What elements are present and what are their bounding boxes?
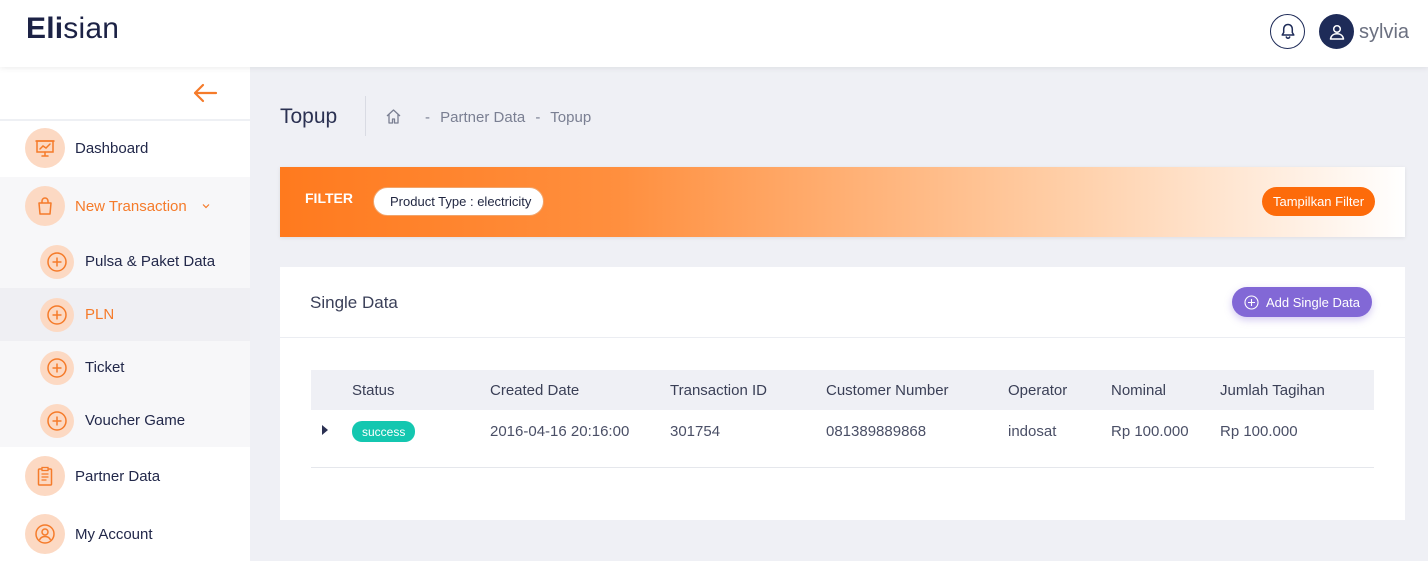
- sidebar-item-partner-data[interactable]: Partner Data: [0, 456, 250, 496]
- table-row[interactable]: success 2016-04-16 20:16:00 301754 08138…: [311, 410, 1374, 468]
- show-filter-button[interactable]: Tampilkan Filter: [1262, 187, 1376, 216]
- title-divider: [365, 96, 366, 136]
- cell-customer-number: 081389889868: [826, 423, 927, 440]
- table-header: Status Created Date Transaction ID Custo…: [311, 370, 1374, 410]
- sidebar-top: [0, 67, 250, 121]
- filter-chip[interactable]: Product Type : electricity: [373, 187, 545, 216]
- sidebar-subitem-ticket[interactable]: Ticket: [0, 341, 250, 394]
- plus-circle-icon: [40, 403, 74, 438]
- sidebar: Dashboard New Transaction Pulsa & Paket …: [0, 67, 250, 561]
- plus-circle-icon: [40, 297, 74, 332]
- logo[interactable]: Elisian: [26, 12, 119, 46]
- column-header-operator[interactable]: Operator: [1008, 382, 1067, 399]
- home-icon[interactable]: [385, 108, 402, 125]
- sidebar-subitem-pln[interactable]: PLN: [0, 288, 250, 341]
- sidebar-subitem-voucher-game[interactable]: Voucher Game: [0, 394, 250, 447]
- cell-transaction-id: 301754: [670, 423, 721, 440]
- add-single-data-button[interactable]: Add Single Data: [1232, 287, 1372, 317]
- bag-icon: [25, 186, 65, 226]
- bell-icon: [1280, 23, 1295, 39]
- notification-button[interactable]: [1270, 14, 1305, 49]
- cell-operator: indosat: [1008, 423, 1057, 440]
- breadcrumb-topup[interactable]: Topup: [550, 109, 591, 126]
- sidebar-item-my-account[interactable]: My Account: [0, 514, 250, 554]
- column-header-created-date[interactable]: Created Date: [490, 382, 579, 399]
- username[interactable]: sylvia: [1359, 21, 1409, 44]
- chevron-down-icon: [202, 204, 210, 209]
- sidebar-item-dashboard[interactable]: Dashboard: [0, 128, 250, 168]
- cell-nominal: Rp 100.000: [1111, 423, 1189, 440]
- card-title: Single Data: [310, 293, 398, 312]
- presentation-chart-icon: [25, 128, 65, 168]
- column-header-customer-number[interactable]: Customer Number: [826, 382, 949, 399]
- breadcrumb-partner-data[interactable]: Partner Data: [440, 109, 525, 126]
- avatar[interactable]: [1319, 14, 1354, 49]
- single-data-card: Single Data Add Single Data Status Creat…: [280, 267, 1405, 520]
- column-header-status[interactable]: Status: [352, 382, 395, 399]
- card-divider: [280, 337, 1405, 338]
- column-header-transaction-id[interactable]: Transaction ID: [670, 382, 767, 399]
- sidebar-subitem-pulsa[interactable]: Pulsa & Paket Data: [0, 235, 250, 288]
- user-circle-icon: [25, 514, 65, 554]
- column-header-nominal[interactable]: Nominal: [1111, 382, 1166, 399]
- filter-bar: FILTER Product Type : electricity Tampil…: [280, 167, 1405, 237]
- cell-created-date: 2016-04-16 20:16:00: [490, 423, 630, 440]
- status-badge: success: [352, 421, 416, 442]
- plus-circle-icon: [40, 244, 74, 279]
- column-header-jumlah-tagihan[interactable]: Jumlah Tagihan: [1220, 382, 1325, 399]
- plus-circle-icon: [40, 350, 74, 385]
- page-title: Topup: [280, 105, 338, 128]
- filter-label: FILTER: [305, 190, 353, 206]
- plus-circle-icon: [1244, 294, 1259, 310]
- cell-jumlah-tagihan: Rp 100.000: [1220, 423, 1298, 440]
- breadcrumb: - Partner Data - Topup: [425, 109, 592, 126]
- clipboard-icon: [25, 456, 65, 496]
- expand-row-icon[interactable]: [322, 425, 328, 435]
- top-header: Elisian sylvia: [0, 0, 1428, 67]
- back-arrow-icon[interactable]: [192, 80, 218, 106]
- sidebar-item-new-transaction[interactable]: New Transaction: [0, 186, 250, 226]
- user-icon: [1329, 24, 1344, 40]
